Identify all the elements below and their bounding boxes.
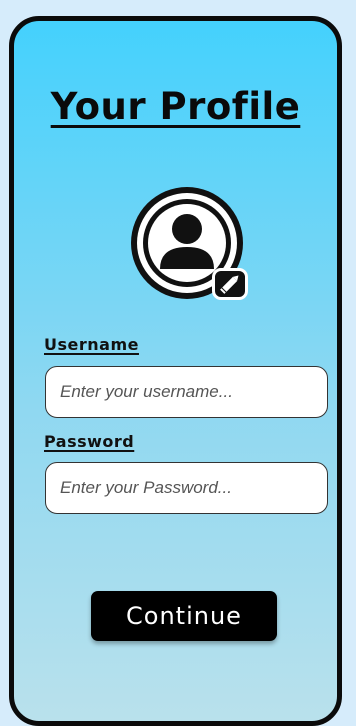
edit-avatar-button[interactable] bbox=[212, 268, 248, 300]
username-label: Username bbox=[44, 335, 139, 354]
password-label: Password bbox=[44, 432, 135, 451]
password-input[interactable] bbox=[45, 462, 328, 514]
username-input[interactable] bbox=[45, 366, 328, 418]
avatar[interactable] bbox=[127, 183, 251, 307]
phone-frame: Your Profile Username Password Continue bbox=[9, 16, 342, 726]
pencil-icon bbox=[220, 275, 239, 294]
continue-button[interactable]: Continue bbox=[91, 591, 277, 641]
page-title: Your Profile bbox=[50, 85, 301, 128]
